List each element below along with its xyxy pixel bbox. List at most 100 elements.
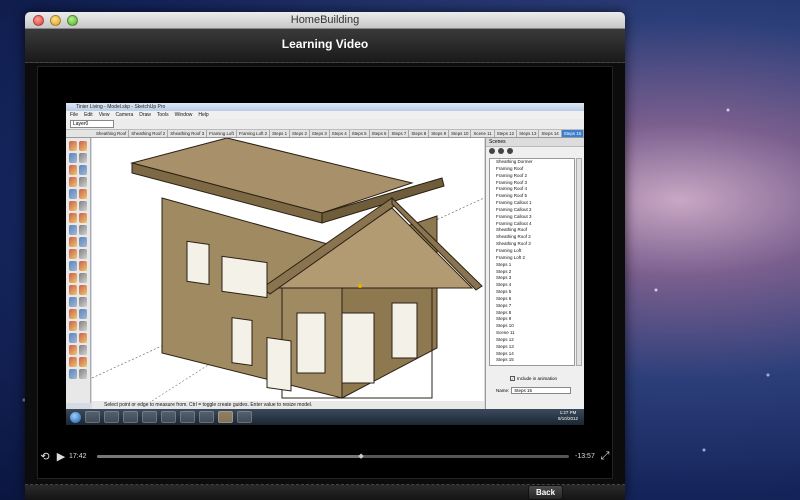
model-canvas — [92, 138, 484, 401]
scenes-panel-title: Scenes — [486, 138, 584, 147]
scene-tab: Sheathing Roof 2 — [129, 130, 169, 137]
sketchup-titlebar: Tinier Living - Model.skp - SketchUp Pro — [66, 103, 584, 111]
play-icon[interactable]: ▶ — [53, 450, 69, 463]
scene-list-item: Framing Roof — [496, 165, 524, 171]
zoom-window-button[interactable] — [67, 15, 78, 26]
menu-item: File — [70, 112, 79, 118]
fullscreen-icon[interactable]: ⤢ — [597, 450, 613, 463]
scene-list-item: Steps 15 — [496, 357, 514, 363]
taskbar-clock: 1:27 PM 8/10/2012 — [558, 410, 578, 422]
scene-tab: Sheathing Roof — [94, 130, 130, 137]
scene-list-item: Sheathing Roof — [496, 227, 528, 233]
tool-palette — [66, 138, 91, 403]
scene-tab: Steps 14 — [539, 130, 562, 137]
scene-tab: Steps 13 — [517, 130, 540, 137]
scene-list-item: Steps 9 — [496, 316, 512, 322]
menu-item: Camera — [115, 112, 134, 118]
tool-icon — [69, 165, 77, 175]
tool-icon — [79, 249, 87, 259]
scene-list-item: Framing Callout 2 — [496, 206, 532, 212]
tool-icon — [79, 369, 87, 379]
scene-list-item: Steps 7 — [496, 302, 512, 308]
sketchup-menubar: File Edit View Camera Draw Tools Window Help — [66, 111, 584, 119]
scene-tab: Scene 11 — [471, 130, 495, 137]
scene-list-item: Framing Callout 1 — [496, 200, 532, 206]
scene-list-item: Steps 10 — [496, 323, 514, 329]
tool-icon — [69, 309, 77, 319]
scene-list-item: Framing Roof 3 — [496, 179, 528, 185]
scene-tab: Framing Loft — [207, 130, 237, 137]
tool-icon — [79, 201, 87, 211]
include-animation-row: ✓ Include in animation — [510, 376, 557, 381]
footer-bar: Back — [25, 484, 625, 500]
video-player[interactable]: Tinier Living - Model.skp - SketchUp Pro… — [37, 66, 613, 479]
scrubber-knob[interactable]: ◆ — [358, 452, 364, 461]
page-title: Learning Video — [281, 37, 369, 51]
scenes-list: Sheathing Dormer Framing Roof Framing Roof… — [489, 158, 575, 366]
tool-icon — [69, 213, 77, 223]
tool-icon — [69, 153, 77, 163]
tool-icon — [79, 141, 87, 151]
scene-list-item: Steps 3 — [496, 275, 512, 281]
tool-icon — [69, 237, 77, 247]
scene-tab: Steps 3 — [310, 130, 330, 137]
tool-icon — [79, 237, 87, 247]
replay-icon[interactable]: ⟲ — [37, 450, 53, 463]
menu-item: Tools — [156, 112, 169, 118]
menu-item: Edit — [84, 112, 93, 118]
scene-tab: Steps 9 — [429, 130, 450, 137]
scene-tab: Steps 8 — [409, 130, 430, 137]
scene-list-item: Steps 1 — [496, 261, 512, 267]
scrubber[interactable]: ◆ — [97, 452, 569, 461]
taskbar-button — [237, 411, 252, 423]
menu-item: View — [98, 112, 110, 118]
close-window-button[interactable] — [33, 15, 44, 26]
scene-list-item: Framing Callout 3 — [496, 213, 532, 219]
tool-icon — [79, 177, 87, 187]
include-animation-checkbox: ✓ — [510, 376, 515, 381]
menu-item: Window — [174, 112, 193, 118]
tool-icon — [79, 153, 87, 163]
back-button[interactable]: Back — [528, 485, 563, 500]
scene-list-item: Steps 4 — [496, 282, 512, 288]
minimize-window-button[interactable] — [50, 15, 61, 26]
tool-icon — [69, 261, 77, 271]
tool-icon — [79, 357, 87, 367]
tool-icon — [69, 297, 77, 307]
scene-name-label: Name: — [496, 388, 510, 393]
tool-icon — [69, 321, 77, 331]
remove-scene-icon — [507, 148, 513, 154]
scene-tab: Steps 2 — [290, 130, 310, 137]
tool-icon — [69, 249, 77, 259]
scene-list-item: Sheathing Roof 2 — [496, 234, 531, 240]
tool-icon — [79, 285, 87, 295]
scene-list-item: Steps 5 — [496, 289, 512, 295]
window-titlebar: HomeBuilding — [25, 12, 625, 29]
taskbar-button — [104, 411, 119, 423]
page-header: Learning Video — [25, 29, 625, 63]
include-animation-label: Include in animation — [517, 376, 558, 381]
tool-icon — [69, 285, 77, 295]
scenes-panel: Scenes Sheathing Dormer Framing Roof Frami… — [485, 138, 584, 411]
scene-tab: Steps 15 — [561, 130, 584, 137]
tool-icon — [79, 225, 87, 235]
windows-taskbar: 1:27 PM 8/10/2012 — [66, 409, 584, 425]
scene-list-item: Framing Loft — [496, 247, 522, 253]
menu-item: Help — [198, 112, 209, 118]
taskbar-button — [123, 411, 138, 423]
sketchup-toolbar: Layer0 — [66, 119, 584, 130]
tool-icon — [79, 189, 87, 199]
scene-list-item: Steps 12 — [496, 336, 514, 342]
scene-tab: Framing Loft 2 — [237, 130, 271, 137]
refresh-icon — [489, 148, 495, 154]
scene-tab: Sheathing Roof 3 — [168, 130, 208, 137]
tool-icon — [79, 213, 87, 223]
scene-tabs: Sheathing Roof Sheathing Roof 2 Sheathing … — [66, 130, 584, 138]
tool-icon — [79, 333, 87, 343]
scene-list-item: Framing Roof 5 — [496, 193, 528, 199]
tool-icon — [69, 189, 77, 199]
scene-tab: Steps 12 — [495, 130, 518, 137]
tool-icon — [69, 225, 77, 235]
scene-tab: Steps 6 — [370, 130, 390, 137]
taskbar-button — [180, 411, 195, 423]
